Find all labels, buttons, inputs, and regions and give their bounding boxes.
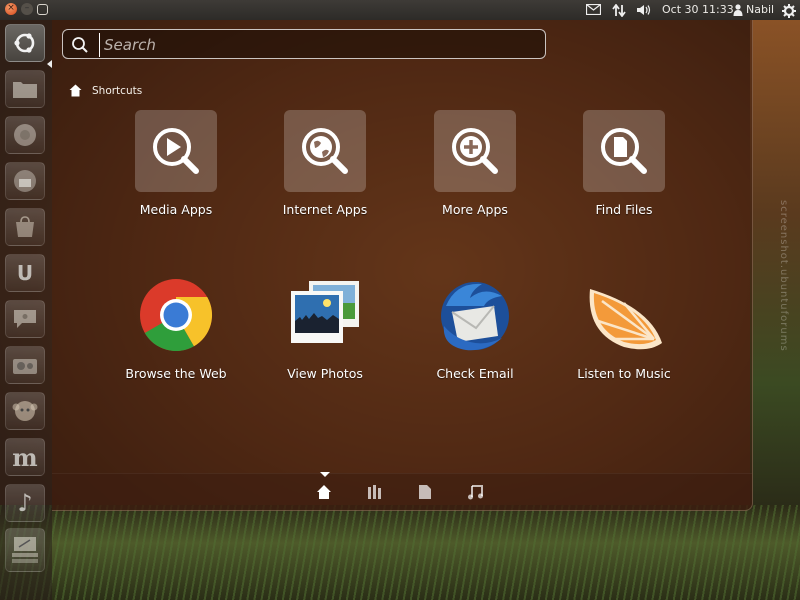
shortcut-listen-to-music[interactable]: Listen to Music [549,274,699,381]
thunderbird-icon [14,170,36,192]
more-apps-lens-icon [434,110,516,192]
shortcut-label: Media Apps [139,202,213,217]
window-maximize-button[interactable] [37,4,48,15]
applications-icon [368,485,381,499]
lens-bar [52,472,752,510]
media-apps-lens-icon [135,110,217,192]
breadcrumb: Shortcuts [69,84,142,97]
watermark: screenshot.ubuntuforums [778,200,789,352]
clementine-icon [583,274,665,356]
lens-applications-button[interactable] [365,482,385,502]
breadcrumb-label: Shortcuts [92,84,143,97]
launcher-item-empathy[interactable] [5,300,45,338]
shortcut-label: View Photos [287,366,363,381]
active-lens-indicator [320,472,330,477]
lens-music-button[interactable] [465,482,485,502]
shortcut-internet-apps[interactable]: Internet Apps [250,110,400,217]
workspaces-icon [12,537,38,563]
shortcut-view-photos[interactable]: View Photos [250,274,400,381]
shortcut-label: Listen to Music [577,366,671,381]
chromium-icon [14,124,36,146]
search-input[interactable] [99,33,536,57]
internet-apps-lens-icon [284,110,366,192]
chrome-icon [135,274,217,356]
launcher-item-thunderbird[interactable] [5,162,45,200]
clock[interactable]: Oct 30 11:33 [662,0,734,20]
launcher-item-gwibber[interactable] [5,346,45,384]
shortcut-more-apps[interactable]: More Apps [400,110,550,217]
launcher-item-music[interactable]: ♪ [5,484,45,522]
lens-home-button[interactable] [314,482,334,502]
shortcut-label: Find Files [595,202,653,217]
shortcut-label: Browse the Web [125,366,227,381]
launcher-item-software-center[interactable] [5,208,45,246]
launcher-bfb-button[interactable] [5,24,45,62]
shopping-bag-icon [16,216,34,237]
network-indicator-icon[interactable] [612,0,626,20]
session-gear-icon[interactable] [782,0,796,20]
photos-icon [284,274,366,356]
thunderbird-icon [434,274,516,356]
shortcut-label: Check Email [436,366,514,381]
volume-indicator-icon[interactable] [636,0,652,20]
shortcut-media-apps[interactable]: Media Apps [101,110,251,217]
shortcut-check-email[interactable]: Check Email [400,274,550,381]
shortcut-label: More Apps [442,202,508,217]
window-minimize-button[interactable]: – [21,3,33,15]
launcher-item-home-folder[interactable] [5,70,45,108]
launcher: U m ♪ [0,20,52,600]
user-name[interactable]: Nabil [746,0,774,20]
ubuntu-logo-icon [14,33,35,53]
home-icon[interactable] [69,84,82,97]
user-icon [733,0,743,20]
launcher-item-pidgin[interactable] [5,392,45,430]
window-close-button[interactable]: × [5,3,17,15]
file-icon [419,485,431,499]
dash-overlay: Shortcuts Media Apps Internet Apps More … [52,20,753,511]
launcher-item-ubuntu-one[interactable]: U [5,254,45,292]
search-icon [72,37,88,53]
lens-files-button[interactable] [415,482,435,502]
camera-icon [13,359,37,374]
shortcut-find-files[interactable]: Find Files [549,110,699,217]
launcher-item-workspace-switcher[interactable] [5,528,45,572]
search-box[interactable] [62,29,546,59]
mail-indicator-icon[interactable] [586,0,601,20]
launcher-item-mint[interactable]: m [5,438,45,476]
folder-icon [13,82,37,98]
wallpaper-grass [0,505,800,600]
home-icon [317,485,331,499]
chat-bubble-icon [14,310,36,328]
top-panel: × – Oct 30 11:33 Nabil [0,0,800,20]
monkey-face-icon [12,401,38,421]
wallpaper-right [750,20,800,505]
shortcut-browse-the-web[interactable]: Browse the Web [101,274,251,381]
find-files-lens-icon [583,110,665,192]
launcher-item-chromium[interactable] [5,116,45,154]
music-note-icon [468,485,483,500]
shortcut-label: Internet Apps [282,202,368,217]
